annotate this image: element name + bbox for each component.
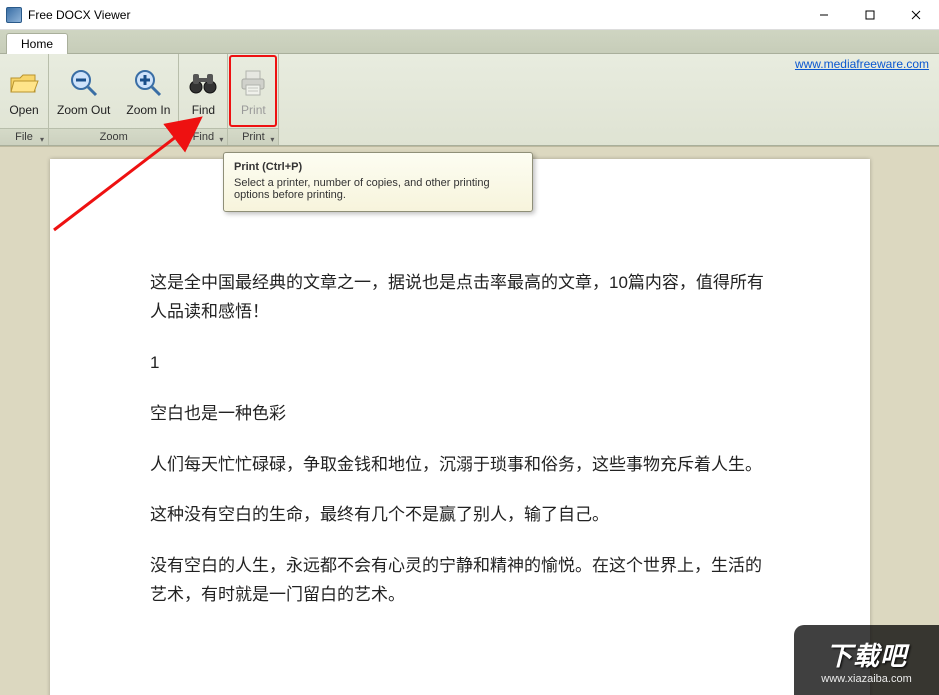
open-folder-icon	[8, 67, 40, 99]
tab-strip: Home	[0, 30, 939, 54]
tab-home[interactable]: Home	[6, 33, 68, 54]
find-label: Find	[192, 103, 215, 117]
maximize-button[interactable]	[847, 0, 893, 30]
doc-paragraph: 这种没有空白的生命，最终有几个不是赢了别人，输了自己。	[150, 501, 770, 530]
document-viewport[interactable]: 这是全中国最经典的文章之一，据说也是点击率最高的文章，10篇内容，值得所有人品读…	[0, 146, 939, 695]
printer-icon	[237, 67, 269, 99]
close-button[interactable]	[893, 0, 939, 30]
document-page: 这是全中国最经典的文章之一，据说也是点击率最高的文章，10篇内容，值得所有人品读…	[50, 159, 870, 695]
window-title: Free DOCX Viewer	[28, 8, 130, 22]
minimize-button[interactable]	[801, 0, 847, 30]
group-print: Print Print▾	[228, 54, 279, 145]
doc-paragraph: 空白也是一种色彩	[150, 400, 770, 429]
binoculars-icon	[187, 67, 219, 99]
doc-paragraph: 这是全中国最经典的文章之一，据说也是点击率最高的文章，10篇内容，值得所有人品读…	[150, 269, 770, 327]
print-button[interactable]: Print	[229, 55, 277, 127]
group-print-label[interactable]: Print▾	[228, 128, 278, 145]
open-label: Open	[9, 103, 38, 117]
group-file: Open File▾	[0, 54, 49, 145]
zoom-out-label: Zoom Out	[57, 103, 110, 117]
group-find: Find Find▾	[179, 54, 228, 145]
title-bar: Free DOCX Viewer	[0, 0, 939, 30]
doc-paragraph: 人们每天忙忙碌碌，争取金钱和地位，沉溺于琐事和俗务，这些事物充斥着人生。	[150, 451, 770, 480]
print-tooltip: Print (Ctrl+P) Select a printer, number …	[223, 152, 533, 212]
tooltip-body: Select a printer, number of copies, and …	[234, 177, 522, 201]
group-zoom: Zoom Out Zoom In Zoom	[49, 54, 179, 145]
group-zoom-label: Zoom	[49, 128, 178, 145]
group-find-label[interactable]: Find▾	[179, 128, 227, 145]
open-button[interactable]: Open	[1, 55, 47, 127]
tooltip-title: Print (Ctrl+P)	[234, 161, 522, 173]
doc-paragraph: 没有空白的人生，永远都不会有心灵的宁静和精神的愉悦。在这个世界上，生活的艺术，有…	[150, 552, 770, 610]
vendor-link[interactable]: www.mediafreeware.com	[795, 57, 929, 71]
zoom-in-button[interactable]: Zoom In	[119, 55, 177, 127]
zoom-in-label: Zoom In	[126, 103, 170, 117]
zoom-out-icon	[68, 67, 100, 99]
group-file-label[interactable]: File▾	[0, 128, 48, 145]
zoom-in-icon	[132, 67, 164, 99]
zoom-out-button[interactable]: Zoom Out	[50, 55, 117, 127]
print-label: Print	[241, 103, 266, 117]
find-button[interactable]: Find	[180, 55, 226, 127]
app-icon	[6, 7, 22, 23]
ribbon: www.mediafreeware.com Open File▾	[0, 54, 939, 146]
doc-paragraph: 1	[150, 349, 770, 378]
